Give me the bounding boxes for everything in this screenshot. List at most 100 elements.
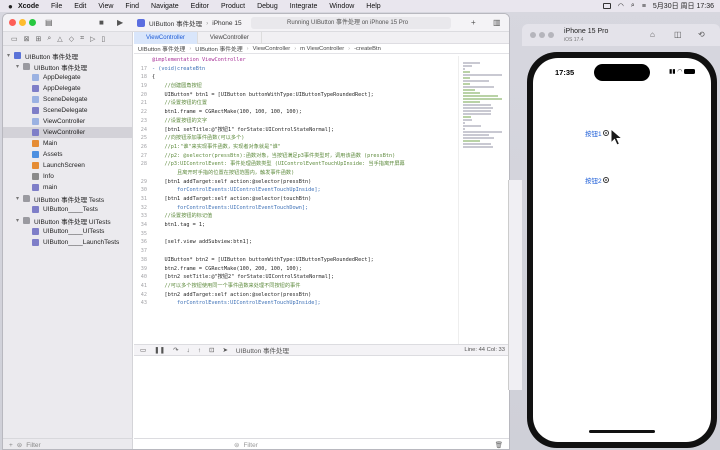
code-line[interactable]: 26 //p1:"谁"来实现事件函数，实现者对象就是"谁" (134, 143, 456, 152)
code-line[interactable]: 17 - (void)createBtn (134, 65, 456, 74)
console-filter-field[interactable]: Filter (243, 442, 257, 449)
apple-icon[interactable]: ● (8, 2, 18, 11)
step-out-icon[interactable]: ↑ (198, 347, 201, 354)
rotate-icon[interactable]: ⟲ (698, 30, 705, 39)
code-line[interactable]: 35 (134, 230, 456, 239)
menu-edit[interactable]: Edit (74, 3, 86, 10)
navigator-item[interactable]: ▾ UIButton 事件处理 Tests (3, 193, 132, 204)
code-line[interactable]: 40 [btn2 setTitle:@"按钮2" forState:UICont… (134, 273, 456, 282)
close-window-button[interactable] (530, 32, 536, 38)
menu-product[interactable]: Product (221, 3, 245, 10)
view-debugger-icon[interactable]: ⊡ (209, 346, 214, 354)
report-icon[interactable]: ▯ (101, 35, 105, 43)
code-line[interactable]: 39 btn2.frame = CGRectMake(100, 200, 100… (134, 265, 456, 274)
add-icon[interactable]: + (9, 442, 13, 449)
step-in-icon[interactable]: ↓ (187, 347, 190, 354)
debug-target[interactable]: UIButton 事件处理 (236, 345, 289, 355)
code-line[interactable]: 32 forControlEvents:UIControlEventTouchD… (134, 204, 456, 213)
navigator-item[interactable]: SceneDelegate (3, 105, 132, 116)
code-line[interactable]: 28 //p3:UIControlEvent: 事件处理函数类型 (UICont… (134, 160, 456, 169)
code-line[interactable]: 24 [btn1 setTitle:@"按钮1" forState:UICont… (134, 126, 456, 135)
debug-icon[interactable]: ⌗ (80, 35, 84, 43)
source-control-icon[interactable]: ⊠ (24, 35, 30, 43)
code-line[interactable]: 22 btn1.frame = CGRectMake(100, 100, 100… (134, 108, 456, 117)
test-icon[interactable]: ◇ (69, 35, 74, 43)
phone-screen[interactable]: 17:35 ▮▮ ◠ 按钮1 按钮2 (533, 58, 711, 442)
navigator-item[interactable]: ▾ UIButton 事件处理 UITests (3, 215, 132, 226)
code-line[interactable]: 37 (134, 247, 456, 256)
trash-icon[interactable]: 🗑 (495, 441, 503, 449)
tab-viewcontroller-m[interactable]: ViewController (134, 31, 198, 44)
code-line[interactable]: 29 [btn1 addTarget:self action:@selector… (134, 178, 456, 187)
disclosure-triangle-icon[interactable]: ▾ (16, 195, 23, 202)
destination-label[interactable]: iPhone 15 (212, 20, 241, 27)
jump-method[interactable]: -createBtn (354, 46, 381, 52)
disclosure-triangle-icon[interactable]: ▾ (16, 217, 23, 224)
code-line[interactable]: 38 UIButton* btn2 = [UIButton buttonWith… (134, 256, 456, 265)
screenshot-icon[interactable]: ◫ (674, 30, 682, 39)
run-icon[interactable]: ▶ (117, 18, 123, 27)
code-line[interactable]: 31 [btn1 addTarget:self action:@selector… (134, 195, 456, 204)
code-line[interactable]: 21 //设置按钮的位置 (134, 99, 456, 108)
navigator-item[interactable]: Info (3, 171, 132, 182)
library-icon[interactable]: + (471, 18, 476, 27)
home-icon[interactable]: ⌂ (650, 30, 655, 39)
navigator-item[interactable]: ViewController (3, 116, 132, 127)
debug-console[interactable]: ⊜ Filter 🗑 (134, 356, 509, 449)
code-line[interactable]: 27 //p2: @selector(pressBtn):函数对象，当按钮满足p… (134, 152, 456, 161)
scheme-selector[interactable]: UIButton 事件处理 › iPhone 15 (137, 17, 242, 29)
close-window-button[interactable] (9, 19, 16, 26)
code-line[interactable]: 23 //设置按钮的文字 (134, 117, 456, 126)
zoom-window-button[interactable] (548, 32, 554, 38)
code-line[interactable]: 33 //设置按钮的标记值 (134, 212, 456, 221)
navigator-item[interactable]: AppDelegate (3, 83, 132, 94)
location-icon[interactable]: ➤ (222, 346, 227, 354)
minimap[interactable] (458, 56, 509, 344)
navigator-item[interactable]: main (3, 182, 132, 193)
menu-window[interactable]: Window (329, 3, 354, 10)
disclosure-triangle-icon[interactable]: ▾ (7, 52, 14, 59)
battery-icon[interactable] (602, 3, 611, 9)
pause-icon[interactable]: ❚❚ (154, 346, 165, 354)
issue-icon[interactable]: △ (57, 35, 62, 43)
navigator-item[interactable]: UIButton____UITests (3, 226, 132, 237)
wifi-icon[interactable]: ◠ (618, 2, 624, 10)
breakpoint-icon[interactable]: ▷ (90, 35, 95, 43)
sidebar-toggle-icon[interactable]: ▤ (45, 18, 53, 27)
stop-icon[interactable]: ■ (99, 18, 104, 27)
zoom-window-button[interactable] (29, 19, 36, 26)
filter-field[interactable]: Filter (26, 442, 40, 449)
navigator-filter[interactable]: + ⊜ Filter (3, 438, 133, 449)
navigator-item[interactable]: Assets (3, 149, 132, 160)
code-line[interactable]: 25 //向按钮添加事件函数(可以多个) (134, 134, 456, 143)
menu-xcode[interactable]: Xcode (18, 3, 39, 10)
disclosure-triangle-icon[interactable]: ▾ (16, 63, 23, 70)
folder-icon[interactable]: ▭ (11, 35, 18, 43)
code-line[interactable]: 30 forControlEvents:UIControlEventTouchU… (134, 186, 456, 195)
jump-file[interactable]: ViewController (253, 46, 291, 52)
code-line[interactable]: 43 forControlEvents:UIControlEventTouchU… (134, 299, 456, 308)
code-line[interactable]: 20 UIButton* btn1 = [UIButton buttonWith… (134, 91, 456, 100)
home-indicator[interactable] (589, 430, 655, 433)
minimize-window-button[interactable] (19, 19, 26, 26)
control-center-icon[interactable]: ≡ (642, 3, 646, 10)
hide-debug-icon[interactable]: ▭ (140, 346, 146, 354)
menu-file[interactable]: File (51, 3, 62, 10)
navigator-item[interactable]: Main (3, 138, 132, 149)
code-line[interactable]: 且离开时手指的位置在按钮范围内，触发事件函数) (134, 169, 456, 178)
button-2[interactable]: 按钮2 (585, 175, 609, 185)
code-area[interactable]: @implementation ViewController 17 - (void)… (134, 56, 456, 344)
search-icon[interactable]: ⌕ (631, 2, 635, 10)
symbol-icon[interactable]: ⊞ (36, 35, 42, 43)
code-line[interactable]: @implementation ViewController (134, 56, 456, 65)
code-line[interactable]: 34 btn1.tag = 1; (134, 221, 456, 230)
navigator-item[interactable]: ViewController (3, 127, 132, 138)
jump-project[interactable]: UIButton 事件处理 (138, 44, 185, 53)
code-line[interactable]: 18 { (134, 73, 456, 82)
find-icon[interactable]: ⌕ (47, 35, 51, 43)
minimize-window-button[interactable] (539, 32, 545, 38)
menu-view[interactable]: View (98, 3, 113, 10)
code-line[interactable]: 41 //可以多个按钮使用同一个事件函数来处理不同按钮的事件 (134, 282, 456, 291)
code-line[interactable]: 19 //创建圆角按钮 (134, 82, 456, 91)
button-1[interactable]: 按钮1 (585, 128, 609, 138)
